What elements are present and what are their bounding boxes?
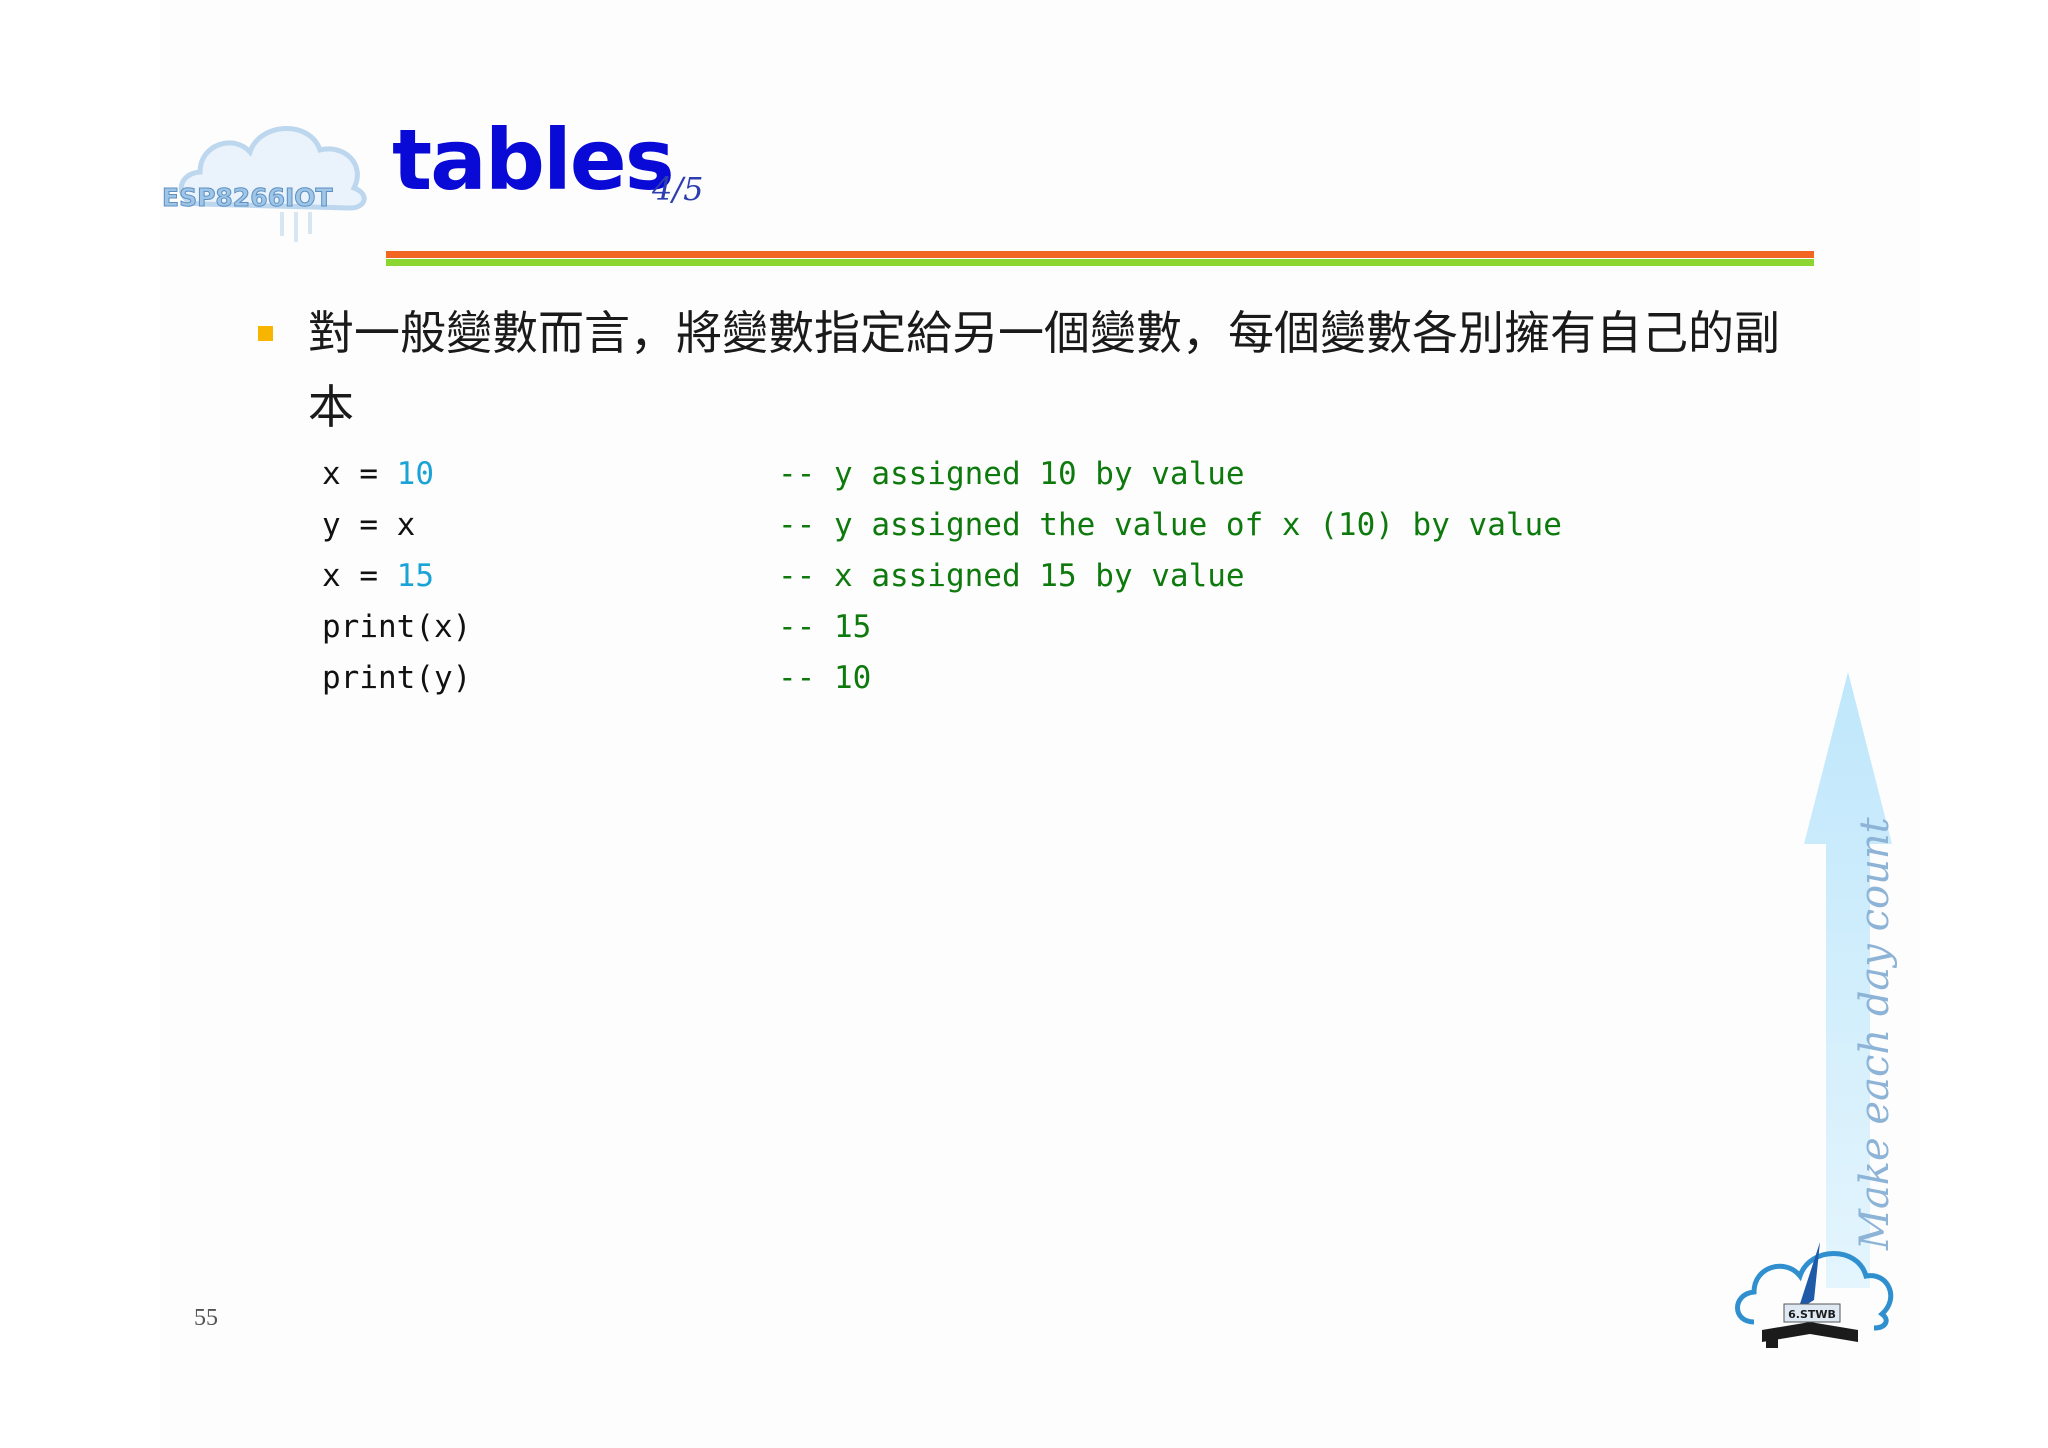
logo-text: ESP8266IOT <box>162 183 333 212</box>
code-statement: print(x) <box>322 609 472 645</box>
motto-text: Make each day count <box>1852 817 1898 1250</box>
code-line: print(y) -- 10 <box>322 660 871 711</box>
code-comment: -- 10 <box>778 660 872 696</box>
bullet-square-icon <box>258 326 273 341</box>
code-line: x = 15 -- x assigned 15 by value <box>322 558 1245 609</box>
code-line: print(x) -- 15 <box>322 609 871 660</box>
cloud-book-quill-icon: 6.STWB <box>1735 1242 1894 1348</box>
code-block: x = 10 -- y assigned 10 by value y = x -… <box>322 456 1562 711</box>
slide-background <box>160 0 1920 1448</box>
bullet-text: 對一般變數而言，將變數指定給另一個變數，每個變數各別擁有自己的副本 <box>308 306 1780 434</box>
code-comment: -- x assigned 15 by value <box>778 558 1245 594</box>
code-statement: x = 10 <box>322 456 434 492</box>
title-rule-orange <box>386 251 1814 258</box>
page-number: 55 <box>194 1305 218 1331</box>
code-comment: -- 15 <box>778 609 872 645</box>
title-rule-green <box>386 259 1814 266</box>
code-line: y = x -- y assigned the value of x (10) … <box>322 507 1562 558</box>
slide-part-indicator: 4/5 <box>652 170 704 208</box>
code-statement: x = 15 <box>322 558 434 594</box>
code-comment: -- y assigned the value of x (10) by val… <box>778 507 1562 543</box>
slide-title: tables <box>392 111 675 209</box>
code-statement: y = x <box>322 507 416 543</box>
badge-text: 6.STWB <box>1788 1308 1836 1321</box>
code-line: x = 10 -- y assigned 10 by value <box>322 456 1245 507</box>
esp8266-iot-logo: ESP8266IOT <box>162 126 367 242</box>
code-statement: print(y) <box>322 660 472 696</box>
code-comment: -- y assigned 10 by value <box>778 456 1245 492</box>
